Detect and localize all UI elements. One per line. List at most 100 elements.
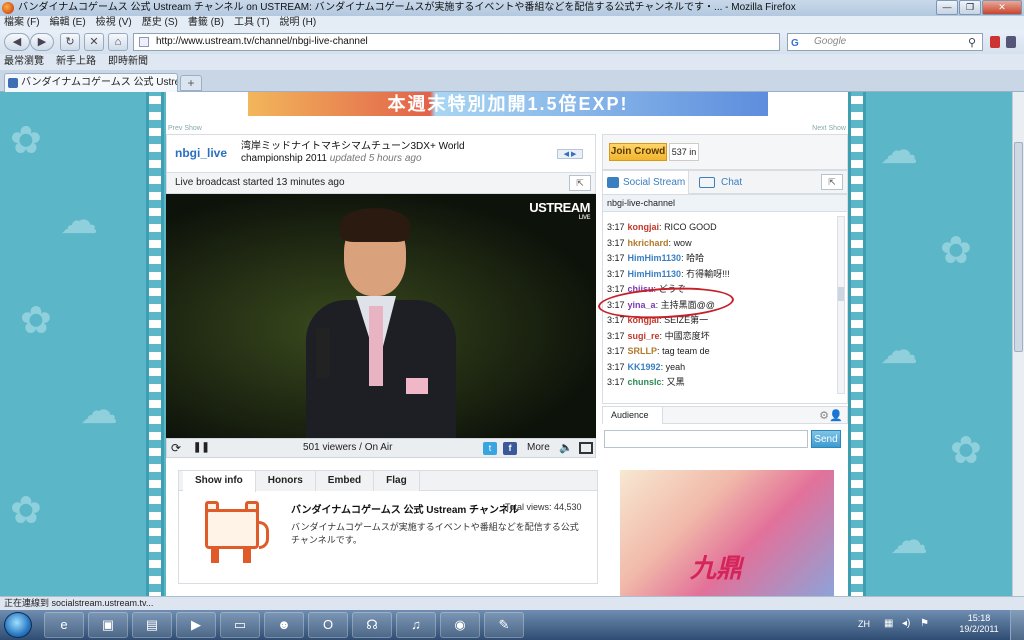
- chat-scrollbar[interactable]: [837, 216, 845, 394]
- channel-name-link[interactable]: nbgi_live: [175, 146, 227, 160]
- chat-username[interactable]: kongjai: [628, 222, 660, 232]
- search-placeholder: Google: [814, 36, 847, 47]
- show-nav-arrows[interactable]: ◀ ▶: [557, 149, 583, 159]
- background-bunny-icon: ☁: [880, 330, 918, 372]
- folder-icon[interactable]: ▤: [132, 612, 172, 638]
- total-views: Total views: 44,530: [505, 502, 582, 512]
- clock[interactable]: 15:18 19/2/2011: [956, 613, 1002, 635]
- stop-button[interactable]: ✕: [84, 33, 104, 51]
- fullscreen-icon[interactable]: [579, 442, 593, 454]
- crowd-bar: Join Crowd 537 in: [602, 134, 848, 170]
- top-ad-banner[interactable]: 本週末特別加開1.5倍EXP!: [248, 92, 768, 116]
- social-stream-icon: [607, 177, 619, 188]
- tab-honors[interactable]: Honors: [255, 471, 316, 491]
- system-tray: ZH ▦ ◂) ⚑ 15:18 19/2/2011: [854, 610, 1024, 640]
- forward-button[interactable]: ▶: [30, 33, 54, 51]
- bookmark-getting-started[interactable]: 新手上路: [56, 54, 96, 70]
- user-icon[interactable]: 👤: [829, 409, 843, 422]
- facebook-icon[interactable]: f: [503, 442, 517, 455]
- site-identity-icon: [139, 37, 149, 47]
- menu-file[interactable]: 檔案 (F): [4, 16, 40, 30]
- window-title-bar: バンダイナムコゲームス 公式 Ustream チャンネル on USTREAM:…: [0, 0, 1024, 16]
- google-icon: G: [791, 38, 799, 49]
- start-button[interactable]: [4, 612, 32, 638]
- next-show-link[interactable]: Next Show: [812, 125, 846, 132]
- chat-message: 3:17 HimHim1130: 冇得輸呀!!!: [607, 268, 730, 279]
- popout-chat-icon[interactable]: ⇱: [821, 174, 843, 190]
- reload-button[interactable]: ↻: [60, 33, 80, 51]
- volume-tray-icon[interactable]: ◂): [902, 618, 910, 629]
- menu-tools[interactable]: 工具 (T): [234, 16, 270, 30]
- more-share-button[interactable]: More: [527, 439, 550, 457]
- headphones-icon[interactable]: ☊: [352, 612, 392, 638]
- show-desktop-button[interactable]: [1010, 610, 1024, 640]
- chat-input[interactable]: [604, 430, 808, 448]
- firefox-taskbar-icon[interactable]: ◉: [440, 612, 480, 638]
- msn-icon[interactable]: ☻: [264, 612, 304, 638]
- chat-username[interactable]: KK1992: [628, 362, 661, 372]
- menu-history[interactable]: 歷史 (S): [142, 16, 178, 30]
- twitter-icon[interactable]: t: [483, 442, 497, 455]
- tab-social-stream[interactable]: Social Stream: [603, 171, 689, 194]
- ie-icon[interactable]: e: [44, 612, 84, 638]
- menu-bookmarks[interactable]: 書籤 (B): [188, 16, 224, 30]
- browser-tab[interactable]: バンダイナムコゲームス 公式 Ustrea...: [4, 73, 178, 92]
- flag-tray-icon[interactable]: ⚑: [920, 618, 929, 629]
- reload-stream-icon[interactable]: ⟳: [171, 439, 181, 457]
- new-tab-button[interactable]: +: [180, 75, 202, 91]
- send-button[interactable]: Send: [811, 430, 841, 448]
- monitor-icon[interactable]: ▭: [220, 612, 260, 638]
- firefox-icon: [2, 2, 14, 14]
- search-input[interactable]: G Google: [787, 33, 983, 51]
- pause-icon[interactable]: ❚❚: [193, 439, 210, 457]
- menu-help[interactable]: 說明 (H): [280, 16, 317, 30]
- paint-icon[interactable]: ✎: [484, 612, 524, 638]
- chat-username[interactable]: HimHim1130: [628, 253, 682, 263]
- search-magnifier-icon[interactable]: ⚲: [968, 36, 976, 49]
- ustream-watermark: USTREAM LIVE: [529, 200, 590, 221]
- close-button[interactable]: ✕: [982, 0, 1022, 15]
- opera-icon[interactable]: O: [308, 612, 348, 638]
- tab-social-stream-label: Social Stream: [623, 177, 686, 188]
- chat-username[interactable]: chunslc: [628, 377, 662, 387]
- join-crowd-button[interactable]: Join Crowd: [609, 143, 667, 161]
- info-tabs: Show info Honors Embed Flag: [179, 471, 597, 492]
- page-scrollbar[interactable]: [1012, 92, 1024, 596]
- media-player-icon[interactable]: ▶: [176, 612, 216, 638]
- chat-message: 3:17 sugi_re: 中國恋度坏: [607, 330, 710, 341]
- tab-show-info[interactable]: Show info: [183, 471, 256, 492]
- url-input[interactable]: http://www.ustream.tv/channel/nbgi-live-…: [133, 33, 780, 51]
- addon-icon[interactable]: [990, 36, 1000, 48]
- video-presenter: [306, 208, 466, 440]
- addon-icon-2[interactable]: [1006, 36, 1016, 48]
- maximize-button[interactable]: ❐: [959, 0, 981, 15]
- tab-flag[interactable]: Flag: [374, 471, 420, 491]
- app-icon[interactable]: ▣: [88, 612, 128, 638]
- url-text: http://www.ustream.tv/channel/nbgi-live-…: [156, 36, 368, 47]
- audience-tab[interactable]: Audience: [603, 407, 663, 424]
- back-button[interactable]: ◀: [4, 33, 30, 51]
- chat-message: 3:17 HimHim1130: 哈哈: [607, 253, 705, 263]
- minimize-button[interactable]: —: [936, 0, 958, 15]
- language-indicator[interactable]: ZH: [858, 619, 870, 629]
- tab-embed[interactable]: Embed: [315, 471, 375, 491]
- home-button[interactable]: ⌂: [108, 33, 128, 51]
- popout-video-icon[interactable]: ⇱: [569, 175, 591, 191]
- chat-username[interactable]: hkrichard: [628, 238, 669, 248]
- prev-show-link[interactable]: Prev Show: [168, 125, 202, 132]
- menu-view[interactable]: 檢視 (V): [96, 16, 132, 30]
- tab-chat[interactable]: Chat: [693, 171, 753, 194]
- chat-username[interactable]: SRLLP: [628, 346, 658, 356]
- video-player[interactable]: USTREAM LIVE: [166, 194, 596, 440]
- window-title: バンダイナムコゲームス 公式 Ustream チャンネル on USTREAM:…: [18, 2, 796, 13]
- chat-username[interactable]: HimHim1130: [628, 269, 682, 279]
- side-ad-banner[interactable]: 九鼎: [620, 470, 834, 596]
- network-icon[interactable]: ▦: [884, 618, 893, 629]
- settings-gear-icon[interactable]: ⚙: [819, 409, 829, 422]
- volume-icon[interactable]: 🔈: [559, 439, 573, 457]
- menu-edit[interactable]: 編輯 (E): [50, 16, 86, 30]
- itunes-icon[interactable]: ♫: [396, 612, 436, 638]
- bookmark-most-visited[interactable]: 最常瀏覽: [4, 54, 44, 70]
- chat-username[interactable]: sugi_re: [628, 331, 660, 341]
- bookmark-latest-news[interactable]: 即時新聞: [108, 54, 148, 70]
